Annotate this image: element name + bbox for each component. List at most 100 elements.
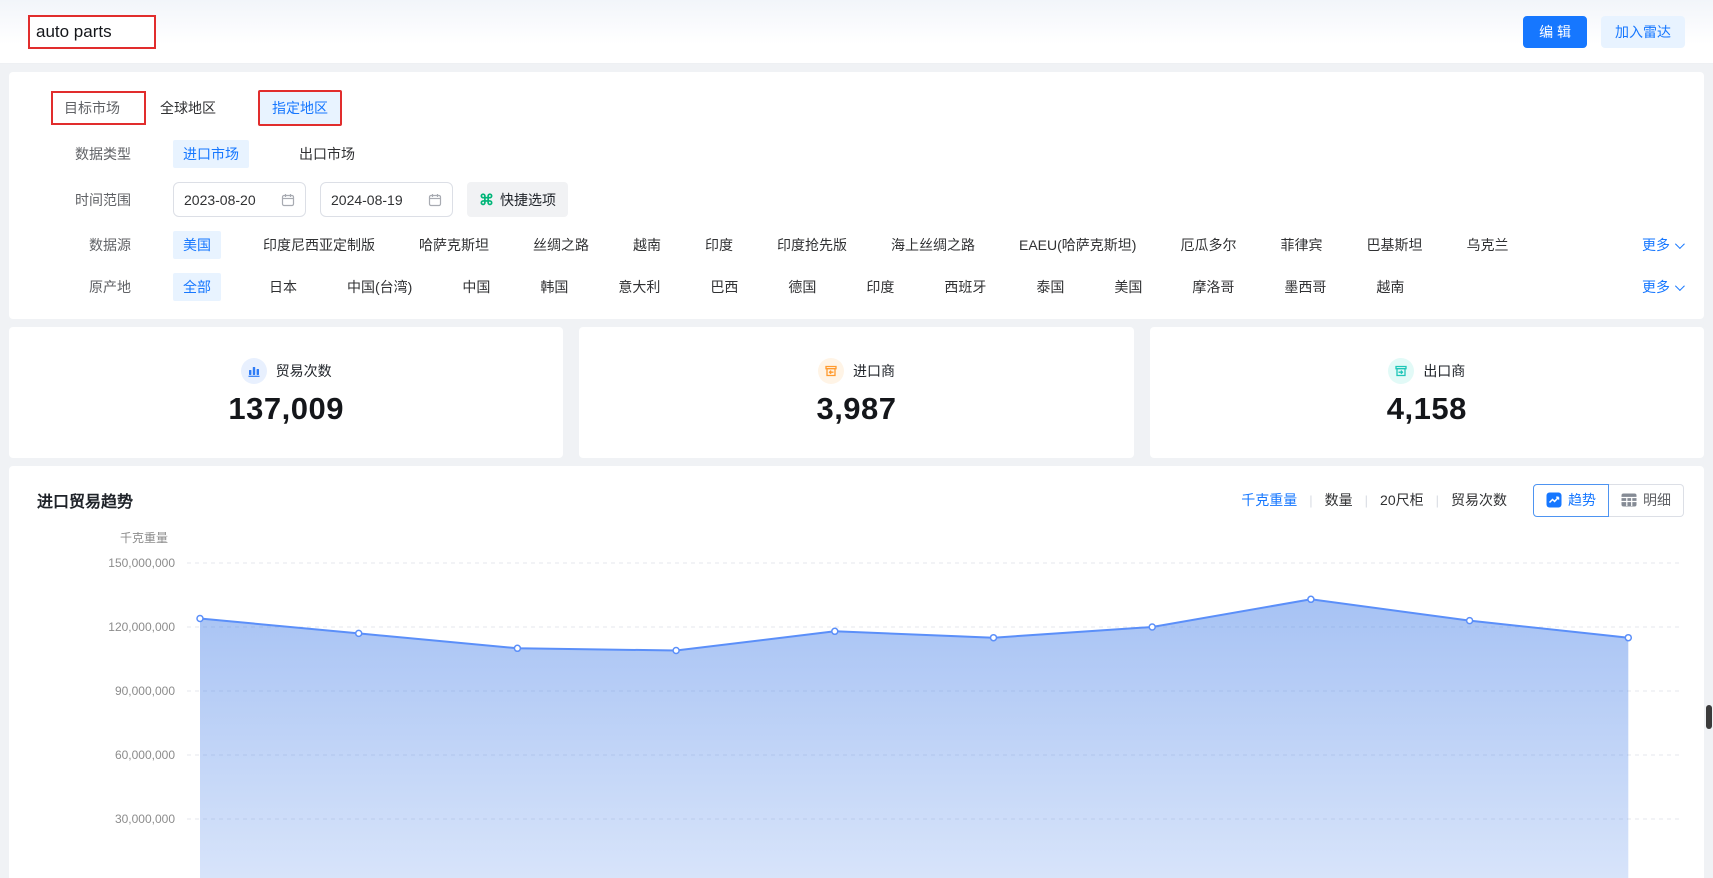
svg-text:30,000,000: 30,000,000 <box>115 812 175 826</box>
metric-tab-active[interactable]: 千克重量 <box>1241 490 1297 510</box>
filter-option[interactable]: 德国 <box>786 273 818 301</box>
filter-option[interactable]: 哈萨克斯坦 <box>417 231 491 259</box>
origin-options: 全部 日本 中国(台湾) 中国 韩国 意大利 巴西 德国 印度 西班牙 泰国 美国 摩洛哥 墨西哥 越南 <box>173 273 1642 301</box>
search-input[interactable]: auto parts <box>28 15 156 49</box>
filter-option-active[interactable]: 进口市场 <box>173 140 249 168</box>
edit-button[interactable]: 编 辑 <box>1523 16 1587 48</box>
filter-option[interactable]: 泰国 <box>1034 273 1066 301</box>
detail-view-label: 明细 <box>1643 490 1671 510</box>
time-range-controls: 2023-08-20 2024-08-19 ⌘ <box>173 182 1684 217</box>
filter-option[interactable]: 西班牙 <box>942 273 988 301</box>
filter-option[interactable]: 乌克兰 <box>1464 231 1510 259</box>
target-market-options: 全球地区 指定地区 <box>158 90 1684 126</box>
filter-row-data-type: 数据类型 进口市场 出口市场 <box>39 140 1684 168</box>
tab-separator: | <box>1365 493 1368 508</box>
search-input-value: auto parts <box>36 22 112 42</box>
calendar-icon <box>281 193 295 207</box>
filter-option[interactable]: 越南 <box>1374 273 1406 301</box>
detail-view-button[interactable]: 明细 <box>1609 484 1684 517</box>
command-icon: ⌘ <box>479 191 494 209</box>
trend-area-chart[interactable]: 千克重量030,000,00060,000,00090,000,000120,0… <box>37 526 1684 878</box>
filter-option[interactable]: 韩国 <box>538 273 570 301</box>
stat-card-trade-count: 贸易次数 137,009 <box>9 327 563 458</box>
trend-view-label: 趋势 <box>1568 490 1596 510</box>
filter-option[interactable]: 越南 <box>631 231 663 259</box>
view-toggle: 趋势 明细 <box>1533 484 1684 517</box>
data-type-label: 数据类型 <box>39 144 131 164</box>
filter-panel: 目标市场 全球地区指定地区 数据类型 进口市场出口市场 时间范围 2023-08… <box>9 72 1704 319</box>
metric-tabs: 千克重量 | 数量 | 20尺柜 | 贸易次数 <box>1241 490 1507 510</box>
filter-option[interactable]: 菲律宾 <box>1278 231 1324 259</box>
calendar-icon <box>428 193 442 207</box>
metric-tab[interactable]: 20尺柜 <box>1380 490 1424 510</box>
svg-text:60,000,000: 60,000,000 <box>115 748 175 762</box>
origin-more-link[interactable]: 更多 <box>1642 277 1684 297</box>
filter-option[interactable]: 印度尼西亚定制版 <box>261 231 377 259</box>
filter-row-origin: 原产地 全部 日本 中国(台湾) 中国 韩国 意大利 巴西 德国 印度 西班牙 泰国 美国 摩洛哥 墨西哥… <box>39 273 1684 301</box>
filter-option[interactable]: 日本 <box>267 273 299 301</box>
filter-row-time-range: 时间范围 2023-08-20 2024-08-19 <box>39 182 1684 217</box>
topbar-actions: 编 辑 加入雷达 <box>1523 16 1685 48</box>
filter-option[interactable]: 巴西 <box>708 273 740 301</box>
stat-value: 4,158 <box>1387 391 1467 427</box>
exporter-icon <box>1388 358 1414 384</box>
filter-option[interactable]: 印度 <box>703 231 735 259</box>
time-range-label: 时间范围 <box>39 190 131 210</box>
metric-tab[interactable]: 数量 <box>1325 490 1353 510</box>
add-to-radar-button[interactable]: 加入雷达 <box>1601 16 1685 48</box>
stat-value: 3,987 <box>816 391 896 427</box>
chevron-down-icon <box>1675 281 1685 291</box>
filter-option[interactable]: 中国(台湾) <box>345 273 414 301</box>
filter-option[interactable]: 墨西哥 <box>1282 273 1328 301</box>
filter-option[interactable]: 巴基斯坦 <box>1364 231 1424 259</box>
tab-separator: | <box>1309 493 1312 508</box>
table-icon <box>1621 492 1637 508</box>
filter-option[interactable]: 全球地区 <box>158 94 218 122</box>
tab-separator: | <box>1436 493 1439 508</box>
filter-option[interactable]: 丝绸之路 <box>531 231 591 259</box>
stat-card-exporters: 出口商 4,158 <box>1150 327 1704 458</box>
end-date-value: 2024-08-19 <box>331 192 403 208</box>
more-label: 更多 <box>1642 277 1670 297</box>
scrollbar-thumb[interactable] <box>1706 705 1712 729</box>
top-bar: auto parts 编 辑 加入雷达 <box>0 0 1713 64</box>
filter-option[interactable]: 出口市场 <box>297 140 357 168</box>
filter-option[interactable]: 中国 <box>460 273 492 301</box>
trend-view-button[interactable]: 趋势 <box>1533 484 1609 517</box>
chevron-down-icon <box>1675 239 1685 249</box>
filter-option-active[interactable]: 美国 <box>173 231 221 259</box>
filter-option[interactable]: EAEU(哈萨克斯坦) <box>1017 231 1138 259</box>
svg-text:120,000,000: 120,000,000 <box>108 620 175 634</box>
stat-label: 贸易次数 <box>276 361 332 381</box>
filter-option[interactable]: 海上丝绸之路 <box>889 231 977 259</box>
svg-text:90,000,000: 90,000,000 <box>115 684 175 698</box>
data-type-options: 进口市场 出口市场 <box>173 140 1684 168</box>
start-date-input[interactable]: 2023-08-20 <box>173 182 306 217</box>
quick-options-button[interactable]: ⌘ 快捷选项 <box>467 182 568 217</box>
filter-option[interactable]: 厄瓜多尔 <box>1178 231 1238 259</box>
data-source-label: 数据源 <box>39 235 131 255</box>
quick-options-label: 快捷选项 <box>500 190 556 210</box>
filter-option[interactable]: 美国 <box>1112 273 1144 301</box>
filter-option[interactable]: 意大利 <box>616 273 662 301</box>
end-date-input[interactable]: 2024-08-19 <box>320 182 453 217</box>
filter-option-active[interactable]: 全部 <box>173 273 221 301</box>
origin-label: 原产地 <box>39 277 131 297</box>
importer-icon <box>818 358 844 384</box>
start-date-value: 2023-08-20 <box>184 192 256 208</box>
filter-option[interactable]: 印度 <box>864 273 896 301</box>
data-source-more-link[interactable]: 更多 <box>1642 235 1684 255</box>
filter-option[interactable]: 摩洛哥 <box>1190 273 1236 301</box>
trend-panel: 进口贸易趋势 千克重量|数量|20尺柜|贸易次数 趋势 <box>9 466 1704 878</box>
stat-value: 137,009 <box>228 391 344 427</box>
stat-card-importers: 进口商 3,987 <box>579 327 1133 458</box>
stat-label: 出口商 <box>1423 361 1465 381</box>
bar-chart-icon <box>241 358 267 384</box>
filter-row-target-market: 目标市场 全球地区指定地区 <box>39 90 1684 126</box>
svg-text:150,000,000: 150,000,000 <box>108 556 175 570</box>
filter-option[interactable]: 印度抢先版 <box>775 231 849 259</box>
data-source-options: 美国 印度尼西亚定制版 哈萨克斯坦 丝绸之路 越南 印度 印度抢先版 海上丝绸之路 EAEU(哈… <box>173 231 1642 259</box>
filter-option-active[interactable]: 指定地区 <box>258 90 342 126</box>
stat-cards: 贸易次数 137,009 进口商 3,987 <box>9 327 1704 458</box>
metric-tab[interactable]: 贸易次数 <box>1451 490 1507 510</box>
